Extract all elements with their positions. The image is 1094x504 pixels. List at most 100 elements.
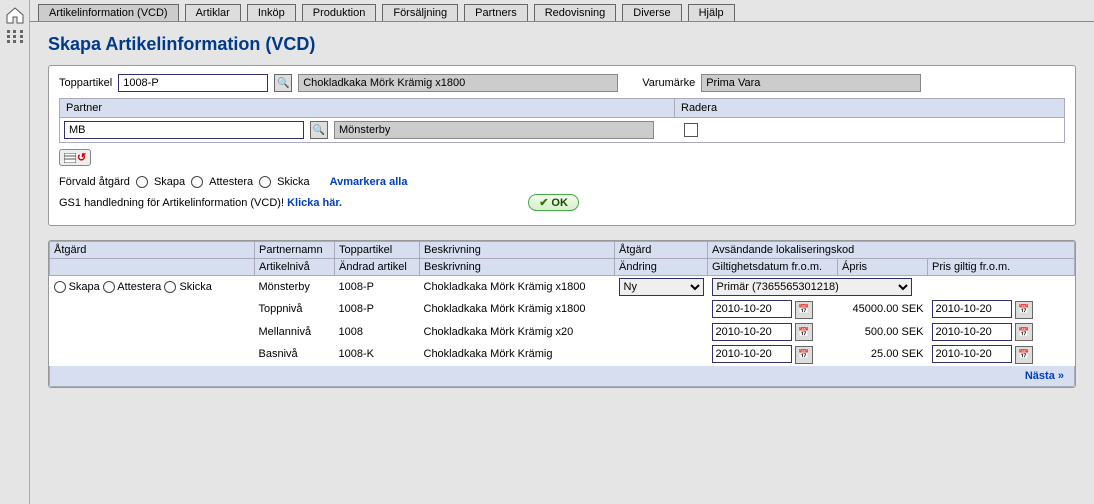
row-radio-skapa-label: Skapa <box>69 281 100 293</box>
radio-skicka[interactable] <box>259 176 271 188</box>
calendar-icon[interactable]: 📅 <box>795 346 813 364</box>
hdr-desc2: Beskrivning <box>420 259 615 276</box>
tab-artiklar[interactable]: Artiklar <box>185 4 241 21</box>
hdr-action2: Åtgärd <box>615 242 708 259</box>
cell-level: Mellannivå <box>255 321 335 344</box>
row-radio-skapa[interactable] <box>54 281 66 293</box>
grid-header-row2: Artikelnivå Ändrad artikel Beskrivning Ä… <box>50 259 1075 276</box>
hdr-price: Ápris <box>838 259 928 276</box>
hdr-change: Ändring <box>615 259 708 276</box>
hdr-changed: Ändrad artikel <box>335 259 420 276</box>
ok-button[interactable]: ✔ OK <box>528 194 579 211</box>
cell-level: Toppnivå <box>255 298 335 321</box>
topitem-description: Chokladkaka Mörk Krämig x1800 <box>298 74 618 92</box>
valid-date-input[interactable] <box>712 300 792 318</box>
cell-price: 500.00 SEK <box>838 321 928 344</box>
topitem-label: Toppartikel <box>59 77 112 89</box>
ok-button-label: OK <box>551 197 568 209</box>
tab-inkop[interactable]: Inköp <box>247 4 296 21</box>
cell-desc: Chokladkaka Mörk Krämig x1800 <box>420 298 615 321</box>
home-icon[interactable] <box>5 6 25 24</box>
hdr-pricevalid: Pris giltig fr.o.m. <box>928 259 1075 276</box>
tab-forsaljning[interactable]: Försäljning <box>382 4 458 21</box>
hdr-validfrom: Giltighetsdatum fr.o.m. <box>708 259 838 276</box>
tab-diverse[interactable]: Diverse <box>622 4 681 21</box>
grid-footer: Nästa » <box>49 366 1075 387</box>
calendar-icon[interactable]: 📅 <box>795 301 813 319</box>
cell-desc: Chokladkaka Mörk Krämig x20 <box>420 321 615 344</box>
grid-row: Toppnivå 1008-P Chokladkaka Mörk Krämig … <box>50 298 1075 321</box>
cell-article: 1008-P <box>335 298 420 321</box>
partner-header-label: Partner <box>60 99 675 117</box>
cell-level: Basnivå <box>255 343 335 366</box>
next-link[interactable]: Nästa » <box>1025 370 1064 382</box>
radio-skapa[interactable] <box>136 176 148 188</box>
partner-name: Mönsterby <box>334 121 654 139</box>
help-text: GS1 handledning för Artikelinformation (… <box>59 197 284 209</box>
hdr-level: Artikelnivå <box>255 259 335 276</box>
hdr-action: Åtgärd <box>50 242 255 259</box>
grip-icon <box>7 30 23 43</box>
cell-level: Mönsterby <box>255 276 335 299</box>
grid-row: Basnivå 1008-K Chokladkaka Mörk Krämig 📅… <box>50 343 1075 366</box>
page-title: Skapa Artikelinformation (VCD) <box>48 34 1076 55</box>
action-select[interactable]: Ny <box>619 278 704 296</box>
partner-lookup-icon[interactable]: 🔍 <box>310 121 328 139</box>
calendar-icon[interactable]: 📅 <box>1015 301 1033 319</box>
cell-price: 25.00 SEK <box>838 343 928 366</box>
delete-checkbox[interactable] <box>684 123 698 137</box>
calendar-icon[interactable]: 📅 <box>1015 346 1033 364</box>
hdr-desc: Beskrivning <box>420 242 615 259</box>
sender-select[interactable]: Primär (7365565301218) <box>712 278 912 296</box>
tab-partners[interactable]: Partners <box>464 4 528 21</box>
tab-redovisning[interactable]: Redovisning <box>534 4 617 21</box>
tab-hjalp[interactable]: Hjälp <box>688 4 735 21</box>
row-radio-attestera-label: Attestera <box>117 281 161 293</box>
grid-header-row1: Åtgärd Partnernamn Toppartikel Beskrivni… <box>50 242 1075 259</box>
calendar-icon[interactable]: 📅 <box>795 323 813 341</box>
add-row-button[interactable]: ↺ <box>59 149 91 166</box>
row-radio-attestera[interactable] <box>103 281 115 293</box>
partner-row: 🔍 Mönsterby <box>59 118 1065 143</box>
topitem-panel: Toppartikel 🔍 Chokladkaka Mörk Krämig x1… <box>48 65 1076 226</box>
check-icon: ✔ <box>539 196 548 209</box>
radio-skicka-label: Skicka <box>277 176 309 188</box>
topitem-code-input[interactable] <box>118 74 268 92</box>
hdr-toparticle: Toppartikel <box>335 242 420 259</box>
grid-row: Skapa Attestera Skicka Mönsterby 1008-P … <box>50 276 1075 299</box>
delete-header-label: Radera <box>675 99 730 117</box>
partner-subheader: Partner Radera <box>59 98 1065 118</box>
valid-date-input[interactable] <box>712 345 792 363</box>
radio-skapa-label: Skapa <box>154 176 185 188</box>
row-radio-skicka-label: Skicka <box>179 281 211 293</box>
tab-produktion[interactable]: Produktion <box>302 4 377 21</box>
price-date-input[interactable] <box>932 323 1012 341</box>
hdr-sender: Avsändande lokaliseringskod <box>708 242 1075 259</box>
price-date-input[interactable] <box>932 345 1012 363</box>
radio-attestera-label: Attestera <box>209 176 253 188</box>
cell-desc: Chokladkaka Mörk Krämig <box>420 343 615 366</box>
row-radio-skicka[interactable] <box>164 281 176 293</box>
cell-article: 1008-P <box>335 276 420 299</box>
cell-price: 45000.00 SEK <box>838 298 928 321</box>
cell-article: 1008-K <box>335 343 420 366</box>
hdr-partnername: Partnernamn <box>255 242 335 259</box>
unselect-all-link[interactable]: Avmarkera alla <box>330 176 408 188</box>
brand-label: Varumärke <box>642 77 695 89</box>
valid-date-input[interactable] <box>712 323 792 341</box>
help-link[interactable]: Klicka här. <box>287 197 342 209</box>
tab-artikelinformation[interactable]: Artikelinformation (VCD) <box>38 4 179 21</box>
topitem-lookup-icon[interactable]: 🔍 <box>274 74 292 92</box>
price-date-input[interactable] <box>932 300 1012 318</box>
main-tabs: Artikelinformation (VCD) Artiklar Inköp … <box>30 0 1094 22</box>
radio-attestera[interactable] <box>191 176 203 188</box>
cell-article: 1008 <box>335 321 420 344</box>
left-rail <box>0 0 30 504</box>
table-icon <box>64 153 76 163</box>
partner-code-input[interactable] <box>64 121 304 139</box>
result-panel: Åtgärd Partnernamn Toppartikel Beskrivni… <box>48 240 1076 388</box>
calendar-icon[interactable]: 📅 <box>1015 323 1033 341</box>
cell-desc: Chokladkaka Mörk Krämig x1800 <box>420 276 615 299</box>
grid-row: Mellannivå 1008 Chokladkaka Mörk Krämig … <box>50 321 1075 344</box>
brand-value: Prima Vara <box>701 74 921 92</box>
